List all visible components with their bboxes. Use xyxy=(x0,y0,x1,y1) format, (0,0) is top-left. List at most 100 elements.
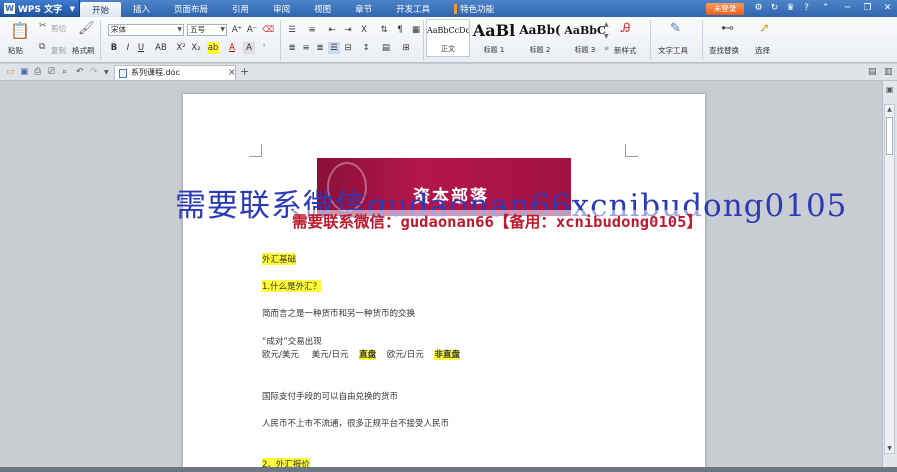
italic-icon[interactable]: I xyxy=(122,42,134,54)
text-tools-icon: ✎ xyxy=(670,21,681,36)
sort-icon[interactable]: ⇅ xyxy=(378,24,390,36)
close-tab-icon[interactable]: × xyxy=(228,66,236,80)
font-color-icon[interactable]: A xyxy=(226,42,238,54)
save-icon[interactable]: ▣ xyxy=(20,67,29,77)
tab-view[interactable]: 视图 xyxy=(302,0,343,17)
subscript-icon[interactable]: X₂ xyxy=(190,42,202,54)
document-tab[interactable]: 系列课程.doc × xyxy=(114,65,236,80)
distributed-icon[interactable]: ⊟ xyxy=(342,42,354,54)
decrease-indent-icon[interactable]: ⇤ xyxy=(326,24,338,36)
print-icon[interactable]: ⎚ xyxy=(48,67,55,77)
char-shading-icon[interactable]: A xyxy=(243,42,255,54)
settings-icon[interactable]: ⚙ xyxy=(753,3,764,14)
tab-options-icon[interactable]: ▤ xyxy=(868,67,877,77)
highlight-icon[interactable]: ab xyxy=(207,42,219,54)
chevron-down-icon[interactable]: ▼ xyxy=(104,69,109,76)
tab-layout-icon[interactable]: ▥ xyxy=(884,67,893,77)
style-heading-1[interactable]: AaBl 标题 1 xyxy=(472,19,516,57)
redo-icon[interactable]: ↷ xyxy=(90,67,98,77)
style-sample: AaBb( xyxy=(519,23,561,37)
tab-page-layout[interactable]: 页面布局 xyxy=(162,0,220,17)
refresh-icon[interactable]: ↻ xyxy=(769,3,780,14)
paste-button[interactable]: 粘贴 xyxy=(8,45,23,56)
tab-home[interactable]: 开始 xyxy=(80,2,122,17)
wps-logo-icon: W xyxy=(4,3,15,14)
clear-format-icon[interactable]: ⌫ xyxy=(262,24,274,36)
shading-icon[interactable]: ▤ xyxy=(380,42,392,54)
paste-icon[interactable]: 📋 xyxy=(10,21,30,40)
crop-mark xyxy=(249,144,262,157)
tab-developer[interactable]: 开发工具 xyxy=(384,0,442,17)
copy-button[interactable]: 复制 xyxy=(51,45,66,56)
align-center-icon[interactable]: ≡ xyxy=(300,42,312,54)
app-menu-button[interactable]: W WPS 文字 ▼ xyxy=(0,0,80,17)
text-tools-button[interactable]: 文字工具 xyxy=(658,45,688,56)
cut-button[interactable]: 剪切 xyxy=(51,23,66,34)
style-label: 标题 2 xyxy=(529,46,551,54)
chevron-up-icon[interactable]: ⌃ xyxy=(820,3,831,14)
watermark-contact: 需要联系微信：gudaonan66【备用：xcnibudong0105】 xyxy=(290,210,704,232)
tab-review[interactable]: 审阅 xyxy=(261,0,302,17)
close-icon[interactable]: ✕ xyxy=(882,3,893,14)
tab-section[interactable]: 章节 xyxy=(343,0,384,17)
style-normal[interactable]: AaBbCcDd 正文 xyxy=(426,19,470,57)
select-button[interactable]: 选择 xyxy=(755,45,770,56)
doc-line-text: “成对”交易出现 xyxy=(262,337,322,347)
format-painter-button[interactable]: 格式刷 xyxy=(72,45,95,56)
bullet-list-icon[interactable]: ☰ xyxy=(286,24,298,36)
increase-indent-icon[interactable]: ⇥ xyxy=(342,24,354,36)
document-workspace: 资本部落 外汇基础 1.什么是外汇？ 简而言之是一种货币和另一种货币的交换 “成… xyxy=(0,81,882,467)
superscript-icon[interactable]: X² xyxy=(175,42,187,54)
crop-mark xyxy=(625,144,638,157)
align-right-icon[interactable]: ≣ xyxy=(314,42,326,54)
tab-references[interactable]: 引用 xyxy=(220,0,261,17)
minimize-icon[interactable]: ─ xyxy=(842,3,853,14)
document-page[interactable]: 资本部落 外汇基础 1.什么是外汇？ 简而言之是一种货币和另一种货币的交换 “成… xyxy=(183,94,705,467)
print-preview-icon[interactable]: ⌕ xyxy=(62,67,67,77)
paragraph-mark-icon[interactable]: ¶ xyxy=(394,24,406,36)
style-heading-3[interactable]: AaBbC 标题 3 xyxy=(563,19,607,57)
style-scroll-down-icon[interactable]: ▼ xyxy=(604,33,609,40)
style-heading-2[interactable]: AaBb( 标题 2 xyxy=(517,19,563,57)
style-scroll-up-icon[interactable]: ▲ xyxy=(604,21,609,28)
numbered-list-icon[interactable]: ≡ xyxy=(306,24,318,36)
scroll-up-icon[interactable]: ▲ xyxy=(886,106,893,113)
skin-icon[interactable]: ♛ xyxy=(785,3,796,14)
phonetic-icon[interactable]: ꜝ xyxy=(258,42,270,54)
grow-font-icon[interactable]: A⁺ xyxy=(231,24,243,36)
new-tab-icon[interactable]: + xyxy=(240,65,249,78)
login-button[interactable]: 未登录 xyxy=(706,3,744,15)
tab-insert[interactable]: 插入 xyxy=(121,0,162,17)
style-label: 正文 xyxy=(441,45,455,53)
scroll-down-icon[interactable]: ▼ xyxy=(886,445,893,452)
undo-icon[interactable]: ↶ xyxy=(76,67,84,77)
shrink-font-icon[interactable]: A⁻ xyxy=(246,24,258,36)
doc-line-text: 国际支付手段的可以自由兑换的货币 xyxy=(262,392,399,402)
border-icon[interactable]: ⊞ xyxy=(400,42,412,54)
scrollbar-thumb[interactable] xyxy=(886,117,893,155)
restore-icon[interactable]: ❐ xyxy=(862,3,873,14)
strikethrough-icon[interactable]: AB xyxy=(152,42,170,54)
show-marks-icon[interactable]: ▦ xyxy=(410,24,422,36)
font-name-value: 宋体 xyxy=(111,25,126,34)
bold-icon[interactable]: B xyxy=(108,42,120,54)
tab-special-features[interactable]: 特色功能 xyxy=(442,0,506,17)
save-as-icon[interactable]: ⎙ xyxy=(34,67,41,77)
font-name-select[interactable]: 宋体 ▼ xyxy=(108,24,184,36)
vertical-scrollbar[interactable]: ▲ ▼ xyxy=(884,104,895,454)
panel-toggle-icon[interactable]: ▣ xyxy=(886,85,894,94)
help-icon[interactable]: ? xyxy=(801,3,812,14)
underline-icon[interactable]: U xyxy=(135,42,147,54)
find-replace-button[interactable]: 查找替换 xyxy=(709,45,739,56)
new-style-button[interactable]: 新样式 xyxy=(614,45,637,56)
style-expand-icon[interactable]: ≡ xyxy=(604,45,609,52)
justify-icon[interactable]: ☰ xyxy=(328,42,340,54)
open-folder-icon[interactable]: ▭ xyxy=(6,67,15,77)
font-size-select[interactable]: 五号 ▼ xyxy=(187,24,227,36)
chevron-down-icon: ▼ xyxy=(177,26,182,33)
line-spacing-icon[interactable]: ↕ xyxy=(360,42,372,54)
align-left-icon[interactable]: ≣ xyxy=(286,42,298,54)
divider xyxy=(100,20,101,60)
divider xyxy=(280,20,281,60)
chinese-layout-icon[interactable]: X xyxy=(358,24,370,36)
